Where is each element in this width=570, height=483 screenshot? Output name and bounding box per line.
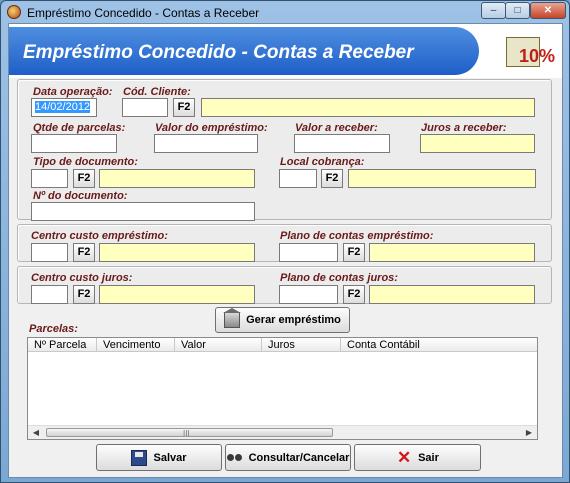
valor-emprestimo-label: Valor do empréstimo: [155,122,268,134]
data-operacao-value: 14/02/2012 [35,101,91,113]
centro-custo-juros-desc-field[interactable] [99,285,255,304]
maximize-button[interactable]: □ [505,2,530,19]
cliente-name-field[interactable] [201,98,535,117]
num-documento-label: Nº do documento: [33,190,128,202]
tipo-documento-code-field[interactable] [31,169,68,188]
juros-receber-label: Juros a receber: [421,122,507,134]
money-logo-icon: 10% [506,37,555,67]
plano-contas-emprestimo-code-field[interactable] [279,243,338,262]
grid-header: Nº Parcela Vencimento Valor Juros Conta … [28,338,537,352]
tipo-documento-f2-button[interactable]: F2 [73,169,95,188]
plano-contas-juros-desc-field[interactable] [369,285,535,304]
centro-custo-emprestimo-code-field[interactable] [31,243,68,262]
parcelas-label: Parcelas: [29,323,78,335]
plano-contas-emprestimo-desc-field[interactable] [369,243,535,262]
cod-cliente-field[interactable] [122,98,168,117]
exit-x-icon: ✕ [396,447,412,467]
tipo-documento-label: Tipo de documento: [33,156,138,168]
minimize-button[interactable]: – [481,2,506,19]
centro-custo-juros-label: Centro custo juros: [31,272,133,284]
app-icon[interactable] [7,5,21,19]
qtde-parcelas-field[interactable] [31,134,117,153]
horizontal-scrollbar[interactable]: ◀ III ▶ [28,425,537,439]
centro-custo-juros-f2-button[interactable]: F2 [73,285,95,304]
emprestimo-accounts-group: Centro custo empréstimo: F2 Plano de con… [17,224,552,262]
col-conta-contabil[interactable]: Conta Contábil [341,338,537,352]
plano-contas-juros-code-field[interactable] [279,285,338,304]
logo-text: 10% [519,46,556,66]
save-disk-icon [131,449,148,466]
cod-cliente-f2-button[interactable]: F2 [173,98,195,117]
gerar-emprestimo-label: Gerar empréstimo [246,314,341,326]
consultar-cancelar-label: Consultar/Cancelar [248,451,350,464]
scroll-left-arrow-icon[interactable]: ◀ [29,427,43,438]
scroll-right-arrow-icon[interactable]: ▶ [522,427,536,438]
col-juros[interactable]: Juros [262,338,341,352]
data-operacao-label: Data operação: [33,86,113,98]
salvar-button[interactable]: Salvar [96,444,222,471]
col-vencimento[interactable]: Vencimento [97,338,175,352]
sair-label: Sair [418,451,439,464]
col-parcela[interactable]: Nº Parcela [28,338,97,352]
local-cobranca-label: Local cobrança: [280,156,365,168]
plano-contas-emprestimo-f2-button[interactable]: F2 [343,243,365,262]
valor-emprestimo-field[interactable] [154,134,258,153]
plano-contas-emprestimo-label: Plano de contas empréstimo: [280,230,434,242]
header-band: Empréstimo Concedido - Contas a Receber [9,27,479,75]
centro-custo-emprestimo-label: Centro custo empréstimo: [31,230,168,242]
main-fields-group: Data operação: 14/02/2012 Cód. Cliente: … [17,79,552,221]
tipo-documento-desc-field[interactable] [99,169,255,188]
col-valor[interactable]: Valor [175,338,262,352]
consultar-cancelar-button[interactable]: Consultar/Cancelar [225,444,351,471]
title-bar[interactable]: Empréstimo Concedido - Contas a Receber … [1,1,569,23]
qtde-parcelas-label: Qtde de parcelas: [33,122,126,134]
valor-receber-field[interactable] [294,134,390,153]
centro-custo-juros-code-field[interactable] [31,285,68,304]
local-cobranca-desc-field[interactable] [348,169,536,188]
plano-contas-juros-label: Plano de contas juros: [280,272,398,284]
juros-accounts-group: Centro custo juros: F2 Plano de contas j… [17,266,552,304]
page-title: Empréstimo Concedido - Contas a Receber [23,42,414,63]
client-area: Empréstimo Concedido - Contas a Receber … [8,23,563,478]
salvar-label: Salvar [153,451,187,464]
scroll-thumb[interactable]: III [46,428,333,438]
close-button[interactable]: ✕ [530,2,566,19]
sair-button[interactable]: ✕ Sair [354,444,481,471]
gerar-emprestimo-button[interactable]: Gerar empréstimo [215,307,350,333]
num-documento-field[interactable] [31,202,255,221]
local-cobranca-f2-button[interactable]: F2 [321,169,343,188]
juros-receber-field[interactable] [420,134,535,153]
app-window: Empréstimo Concedido - Contas a Receber … [0,0,570,483]
scroll-grip-icon: III [183,429,190,438]
local-cobranca-code-field[interactable] [279,169,317,188]
header-banner: Empréstimo Concedido - Contas a Receber … [9,24,562,78]
data-operacao-field[interactable]: 14/02/2012 [31,98,97,117]
centro-custo-emprestimo-desc-field[interactable] [99,243,255,262]
binoculars-icon [226,450,243,466]
valor-receber-label: Valor a receber: [295,122,378,134]
centro-custo-emprestimo-f2-button[interactable]: F2 [73,243,95,262]
cod-cliente-label: Cód. Cliente: [123,86,191,98]
parcelas-grid[interactable]: Nº Parcela Vencimento Valor Juros Conta … [27,337,538,440]
bank-icon [223,308,242,328]
window-title: Empréstimo Concedido - Contas a Receber [27,6,260,20]
plano-contas-juros-f2-button[interactable]: F2 [343,285,365,304]
